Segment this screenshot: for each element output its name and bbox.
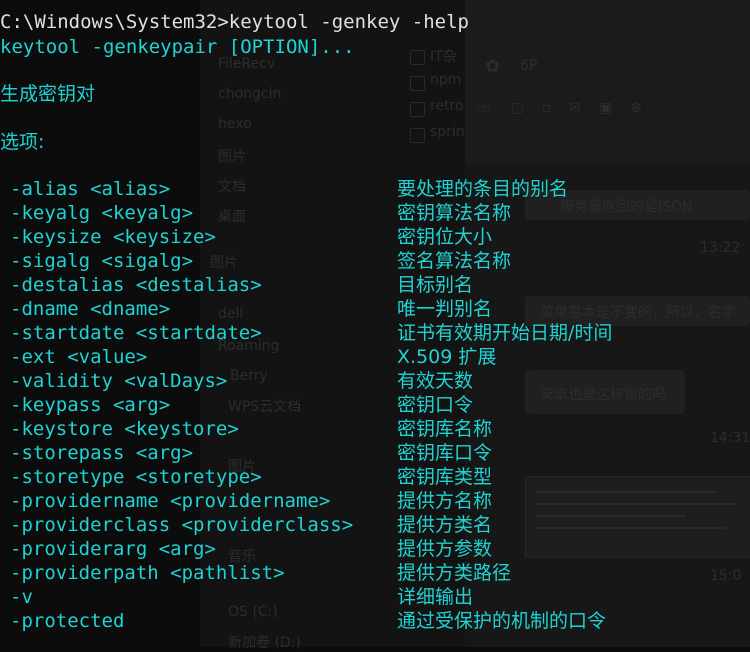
option-description: 唯一判别名 xyxy=(397,298,493,320)
command-description: 生成密钥对 xyxy=(0,83,96,105)
option-description: 提供方类路径 xyxy=(397,562,512,584)
option-flag: -destalias <destalias> xyxy=(10,274,262,296)
option-flag: -providerpath <pathlist> xyxy=(10,562,285,584)
option-description: 通过受保护的机制的口令 xyxy=(397,610,607,632)
option-flag: -dname <dname> xyxy=(10,298,171,320)
option-description: 密钥库口令 xyxy=(397,442,493,464)
option-description: 提供方类名 xyxy=(397,514,493,536)
option-flag: -keypass <arg> xyxy=(10,394,171,416)
option-flag: -v xyxy=(10,586,33,608)
option-flag: -keyalg <keyalg> xyxy=(10,202,194,224)
usage-line: keytool -genkeypair [OPTION]... xyxy=(0,36,355,58)
option-description: 要处理的条目的别名 xyxy=(397,178,569,200)
option-flag: -providername <providername> xyxy=(10,490,331,512)
option-description: 提供方参数 xyxy=(397,538,493,560)
option-description: X.509 扩展 xyxy=(397,346,497,368)
option-flag: -keysize <keysize> xyxy=(10,226,216,248)
command-prompt-line: C:\Windows\System32>keytool -genkey -hel… xyxy=(0,11,469,33)
option-description: 密钥位大小 xyxy=(397,226,493,248)
option-flag: -ext <value> xyxy=(10,346,148,368)
option-description: 签名算法名称 xyxy=(397,250,512,272)
option-description: 密钥算法名称 xyxy=(397,202,512,224)
option-flag: -storetype <storetype> xyxy=(10,466,262,488)
option-flag: -protected xyxy=(10,610,125,632)
option-description: 目标别名 xyxy=(397,274,474,296)
option-description: 密钥库名称 xyxy=(397,418,493,440)
option-flag: -keystore <keystore> xyxy=(10,418,239,440)
option-description: 提供方名称 xyxy=(397,490,493,512)
option-flag: -sigalg <sigalg> xyxy=(10,250,194,272)
option-flag: -startdate <startdate> xyxy=(10,322,262,344)
option-flag: -validity <valDays> xyxy=(10,370,228,392)
option-description: 密钥口令 xyxy=(397,394,474,416)
options-header: 选项: xyxy=(0,131,45,153)
terminal-output: C:\Windows\System32>keytool -genkey -hel… xyxy=(0,0,750,647)
option-description: 证书有效期开始日期/时间 xyxy=(397,322,613,344)
option-flag: -storepass <arg> xyxy=(10,442,194,464)
option-description: 详细输出 xyxy=(397,586,474,608)
option-description: 密钥库类型 xyxy=(397,466,493,488)
option-flag: -alias <alias> xyxy=(10,178,171,200)
option-description: 有效天数 xyxy=(397,370,474,392)
option-flag: -providerarg <arg> xyxy=(10,538,216,560)
option-flag: -providerclass <providerclass> xyxy=(10,514,354,536)
